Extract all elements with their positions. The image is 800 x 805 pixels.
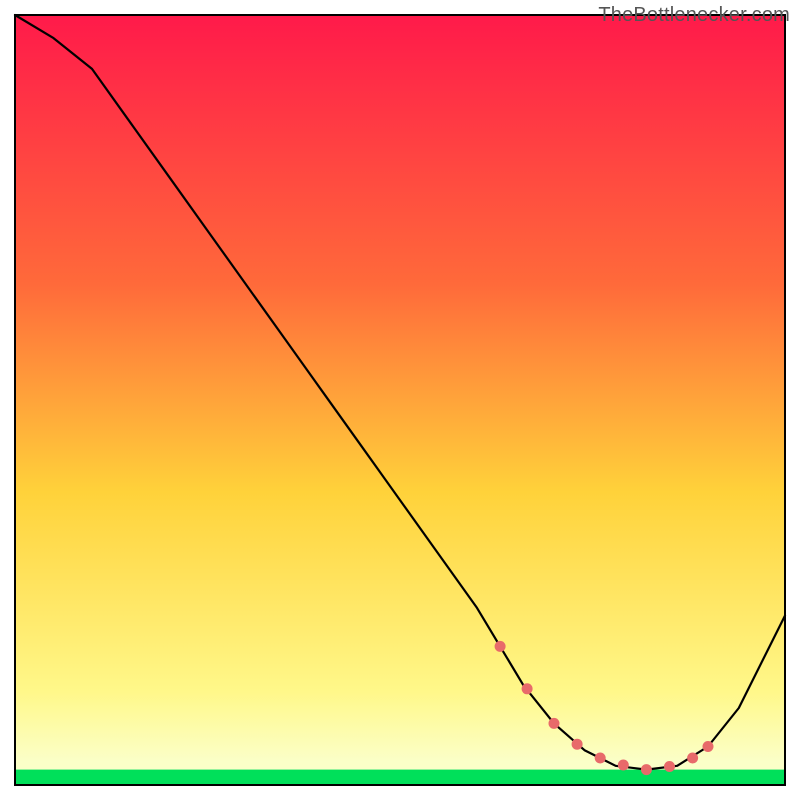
plot-background — [15, 15, 785, 785]
dot — [495, 641, 506, 652]
chart-container: TheBottlenecker.com — [0, 0, 800, 800]
dot — [703, 741, 714, 752]
dot — [595, 753, 606, 764]
dot — [549, 718, 560, 729]
dot — [618, 760, 629, 771]
dot — [572, 739, 583, 750]
dot — [641, 764, 652, 775]
dot — [664, 761, 675, 772]
bottleneck-chart — [0, 0, 800, 800]
dot — [522, 683, 533, 694]
watermark-text: TheBottlenecker.com — [598, 4, 790, 27]
dot — [687, 753, 698, 764]
